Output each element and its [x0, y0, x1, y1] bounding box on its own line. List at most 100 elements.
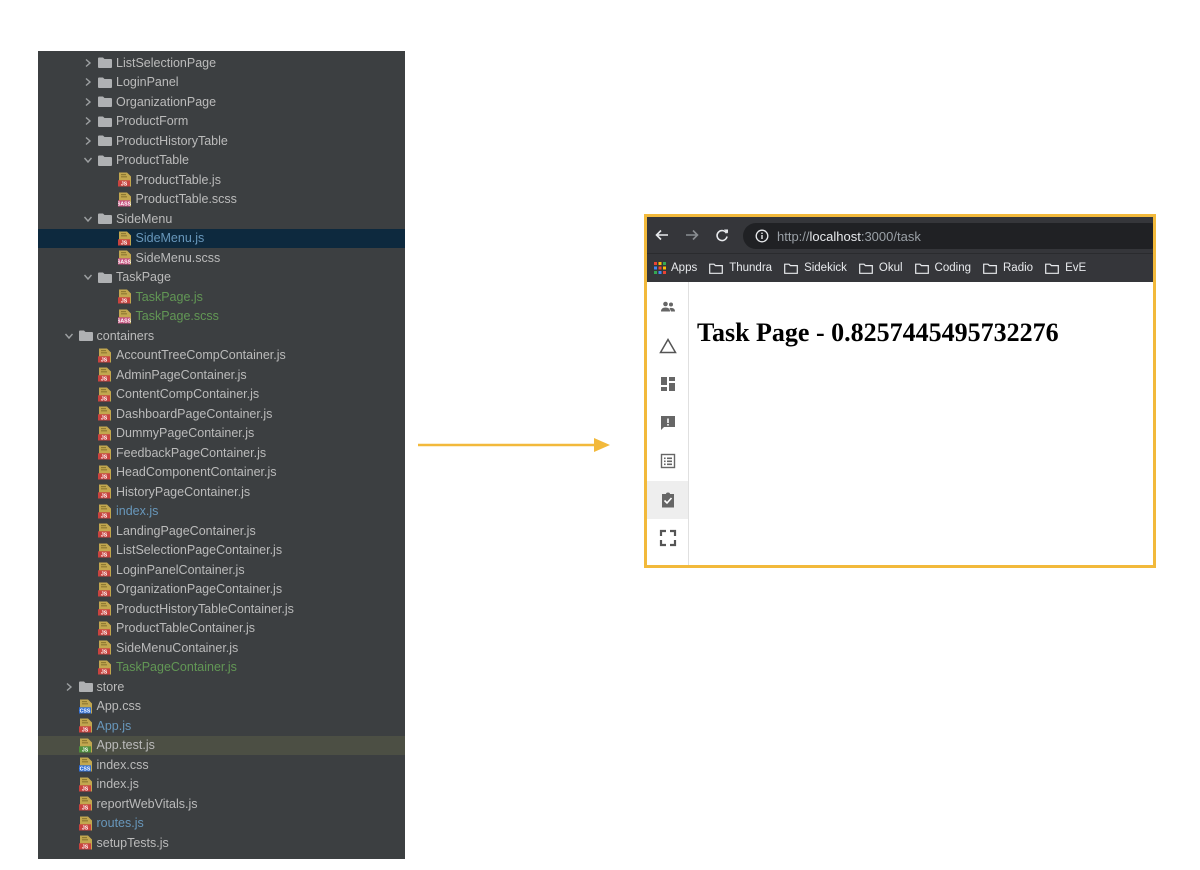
tree-file-row[interactable]: JS DashboardPageContainer.js [38, 404, 405, 424]
bookmark-thundra[interactable]: Thundra [709, 262, 772, 274]
folder-icon [98, 57, 112, 69]
tree-file-row[interactable]: JS SideMenu.js [38, 228, 405, 248]
address-bar[interactable]: http://localhost:3000/task [743, 223, 1153, 249]
svg-text:JS: JS [101, 630, 108, 636]
tree-file-row[interactable]: CSS index.css [38, 755, 405, 775]
bookmark-okul[interactable]: Okul [858, 262, 903, 274]
chevron-right-icon[interactable] [82, 57, 94, 69]
side-nav-item[interactable] [647, 365, 688, 403]
back-button[interactable] [651, 224, 673, 246]
tree-folder-row[interactable]: containers [38, 326, 405, 346]
tree-folder-row[interactable]: store [38, 677, 405, 697]
tree-file-row[interactable]: JS FeedbackPageContainer.js [38, 443, 405, 463]
side-nav-item[interactable] [647, 480, 688, 519]
js-file-icon: JS [78, 796, 93, 811]
js-file-icon: JS [117, 172, 132, 188]
folder-icon [784, 263, 798, 274]
tree-file-row[interactable]: JS ProductHistoryTableContainer.js [38, 599, 405, 619]
svg-text:JS: JS [101, 455, 108, 461]
tree-item-label: ProductForm [116, 114, 189, 129]
js-file-icon: JS [98, 562, 112, 577]
tree-file-row[interactable]: JS AdminPageContainer.js [38, 365, 405, 385]
tree-file-row[interactable]: JS LandingPageContainer.js [38, 521, 405, 541]
tree-file-row[interactable]: JS LoginPanelContainer.js [38, 560, 405, 580]
tree-file-row[interactable]: JS setupTests.js [38, 833, 405, 853]
tree-file-row[interactable]: JS index.js [38, 502, 405, 522]
tree-item-label: LandingPageContainer.js [116, 523, 256, 538]
side-nav-item[interactable] [647, 288, 688, 326]
side-nav-item[interactable] [647, 404, 688, 442]
bookmark-coding[interactable]: Coding [914, 262, 971, 274]
tree-item-label: SideMenuContainer.js [116, 640, 239, 655]
side-nav [647, 282, 689, 565]
tree-item-label: setupTests.js [96, 835, 169, 850]
forward-button[interactable] [681, 224, 703, 246]
tree-file-row[interactable]: SASS TaskPage.scss [38, 307, 405, 327]
tree-folder-row[interactable]: ProductForm [38, 112, 405, 132]
tree-file-row[interactable]: SASS ProductTable.scss [38, 190, 405, 210]
tree-file-row[interactable]: JS ProductTableContainer.js [38, 619, 405, 639]
tree-item-label: TaskPage.scss [135, 309, 219, 324]
reload-button[interactable] [711, 224, 733, 246]
chevron-right-icon[interactable] [82, 115, 94, 127]
side-nav-item[interactable] [647, 519, 688, 557]
tree-folder-row[interactable]: OrganizationPage [38, 92, 405, 112]
tree-file-row[interactable]: JS ListSelectionPageContainer.js [38, 541, 405, 561]
tree-file-row[interactable]: JS AccountTreeCompContainer.js [38, 346, 405, 366]
chevron-down-icon[interactable] [82, 271, 94, 283]
tree-file-row[interactable]: JS SideMenuContainer.js [38, 638, 405, 658]
tree-item-label: TaskPage [116, 270, 171, 285]
people-icon [659, 298, 677, 316]
side-nav-item[interactable] [647, 442, 688, 480]
tree-folder-row[interactable]: ProductHistoryTable [38, 131, 405, 151]
folder-icon [709, 263, 724, 274]
bookmark-eve[interactable]: EvE [1045, 262, 1086, 274]
tree-folder-row[interactable]: SideMenu [38, 209, 405, 229]
bookmark-radio[interactable]: Radio [983, 262, 1033, 274]
chevron-right-icon[interactable] [82, 76, 94, 88]
tree-file-row[interactable]: JS routes.js [38, 814, 405, 834]
tree-item-label: TaskPageContainer.js [116, 660, 237, 675]
tree-file-row[interactable]: JS OrganizationPageContainer.js [38, 580, 405, 600]
tree-folder-row[interactable]: ProductTable [38, 151, 405, 171]
svg-text:JS: JS [101, 611, 108, 617]
tree-item-label: HistoryPageContainer.js [116, 484, 251, 499]
tree-file-row[interactable]: JS ProductTable.js [38, 170, 405, 190]
project-tree: ListSelectionPage LoginPanel OrganizationP… [38, 51, 405, 859]
tree-item-label: ProductTable [116, 153, 189, 168]
chevron-right-icon[interactable] [82, 135, 94, 147]
css-file-icon: CSS [78, 757, 93, 773]
tree-folder-row[interactable]: ListSelectionPage [38, 53, 405, 73]
tree-file-row[interactable]: SASS SideMenu.scss [38, 248, 405, 268]
tree-file-row[interactable]: JS App.js [38, 716, 405, 736]
tree-file-row[interactable]: JS TaskPageContainer.js [38, 658, 405, 678]
tree-file-row[interactable]: JS reportWebVitals.js [38, 794, 405, 814]
tree-file-row[interactable]: JS TaskPage.js [38, 287, 405, 307]
chevron-right-icon[interactable] [82, 96, 94, 108]
folder-icon [983, 263, 997, 274]
tree-file-row[interactable]: JS ContentCompContainer.js [38, 385, 405, 405]
js-file-icon: JS [98, 543, 112, 558]
chevron-down-icon[interactable] [82, 154, 94, 166]
svg-text:CSS: CSS [79, 708, 90, 714]
tree-file-row[interactable]: JS DummyPageContainer.js [38, 424, 405, 444]
bookmark-apps[interactable]: Apps [647, 262, 697, 274]
tree-item-label: LoginPanel [116, 75, 179, 90]
side-nav-item[interactable] [647, 327, 688, 365]
chevron-right-icon[interactable] [63, 681, 75, 693]
svg-text:CSS: CSS [79, 767, 90, 773]
fullscreen-icon [659, 529, 677, 547]
svg-text:JS: JS [101, 572, 108, 578]
tree-folder-row[interactable]: LoginPanel [38, 73, 405, 93]
bookmark-sidekick[interactable]: Sidekick [784, 262, 847, 274]
chevron-down-icon[interactable] [82, 213, 94, 225]
tree-file-row[interactable]: JS index.js [38, 775, 405, 795]
chevron-down-icon[interactable] [63, 330, 75, 342]
tree-file-row[interactable]: JS App.test.js [38, 735, 405, 755]
tree-item-label: store [96, 679, 125, 694]
svg-text:JS: JS [120, 182, 127, 188]
tree-file-row[interactable]: JS HistoryPageContainer.js [38, 482, 405, 502]
tree-folder-row[interactable]: TaskPage [38, 268, 405, 288]
tree-file-row[interactable]: JS HeadComponentContainer.js [38, 463, 405, 483]
tree-file-row[interactable]: CSS App.css [38, 697, 405, 717]
